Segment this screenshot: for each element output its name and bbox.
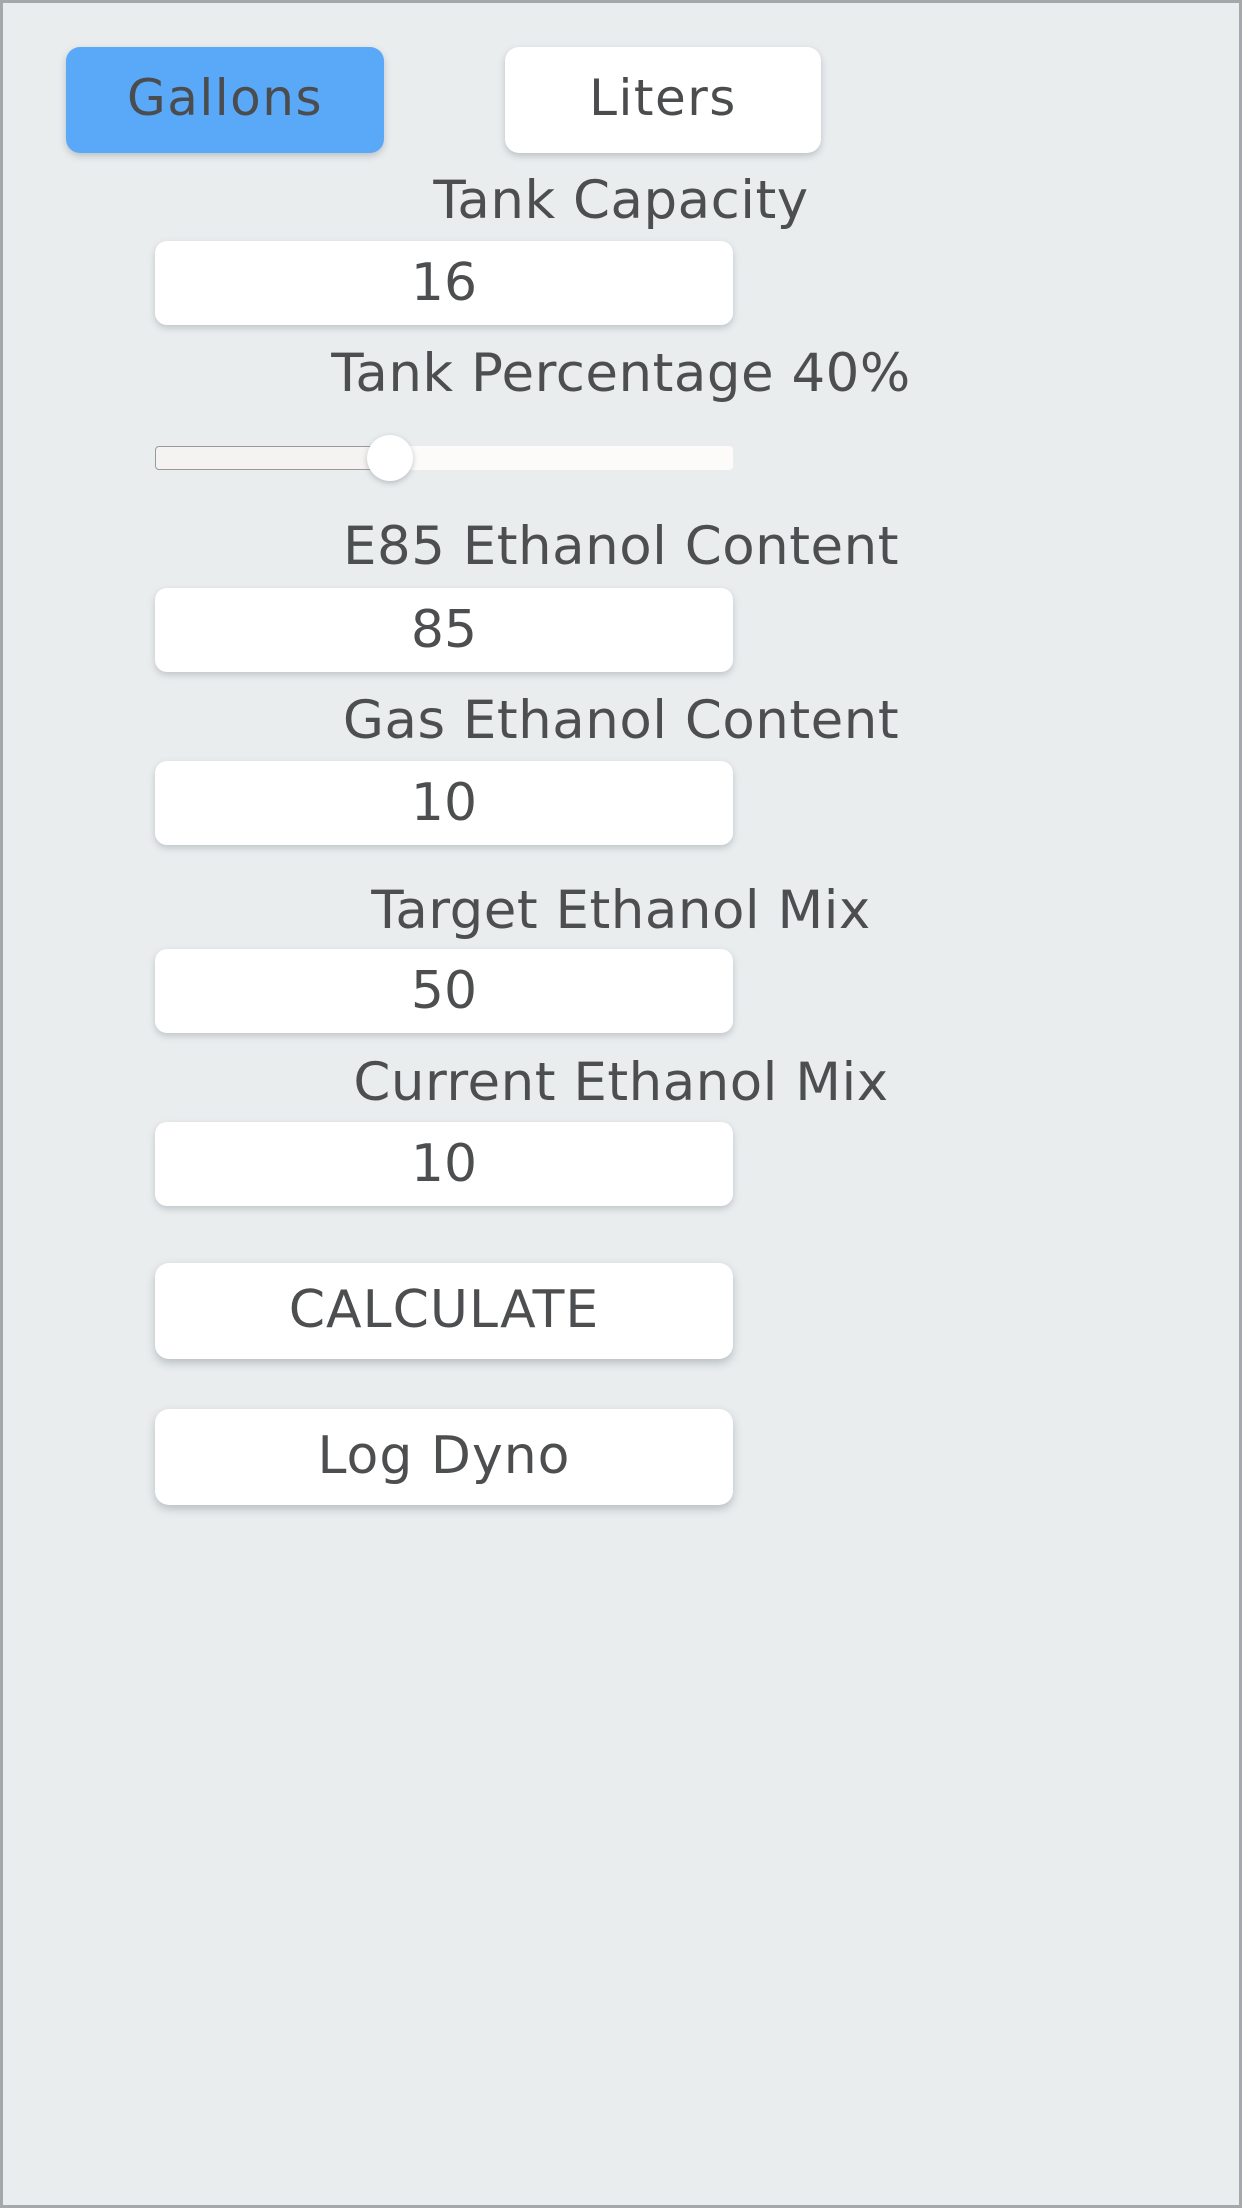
e85-ethanol-content-input[interactable]	[155, 588, 733, 672]
target-ethanol-mix-input[interactable]	[155, 949, 733, 1033]
calculate-button[interactable]: CALCULATE	[155, 1263, 733, 1359]
gas-ethanol-content-input[interactable]	[155, 761, 733, 845]
current-ethanol-mix-label: Current Ethanol Mix	[353, 1052, 889, 1113]
unit-toggle-group: Gallons Liters	[3, 47, 1239, 153]
ethanol-mix-calculator-screen: Gallons Liters Tank Capacity Tank Percen…	[0, 0, 1242, 2208]
tank-percentage-label: Tank Percentage 40%	[331, 343, 911, 404]
tank-capacity-input[interactable]	[155, 241, 733, 325]
gas-ethanol-content-label: Gas Ethanol Content	[342, 690, 900, 751]
slider-track-filled	[155, 446, 390, 470]
tank-percentage-slider[interactable]	[155, 435, 733, 481]
log-dyno-button[interactable]: Log Dyno	[155, 1409, 733, 1505]
slider-track-remaining	[390, 446, 733, 470]
slider-thumb[interactable]	[367, 435, 413, 481]
e85-ethanol-content-label: E85 Ethanol Content	[343, 516, 899, 577]
unit-toggle-gallons[interactable]: Gallons	[66, 47, 384, 153]
current-ethanol-mix-input[interactable]	[155, 1122, 733, 1206]
tank-capacity-label: Tank Capacity	[433, 170, 809, 231]
unit-toggle-liters[interactable]: Liters	[505, 47, 821, 153]
target-ethanol-mix-label: Target Ethanol Mix	[371, 880, 871, 941]
